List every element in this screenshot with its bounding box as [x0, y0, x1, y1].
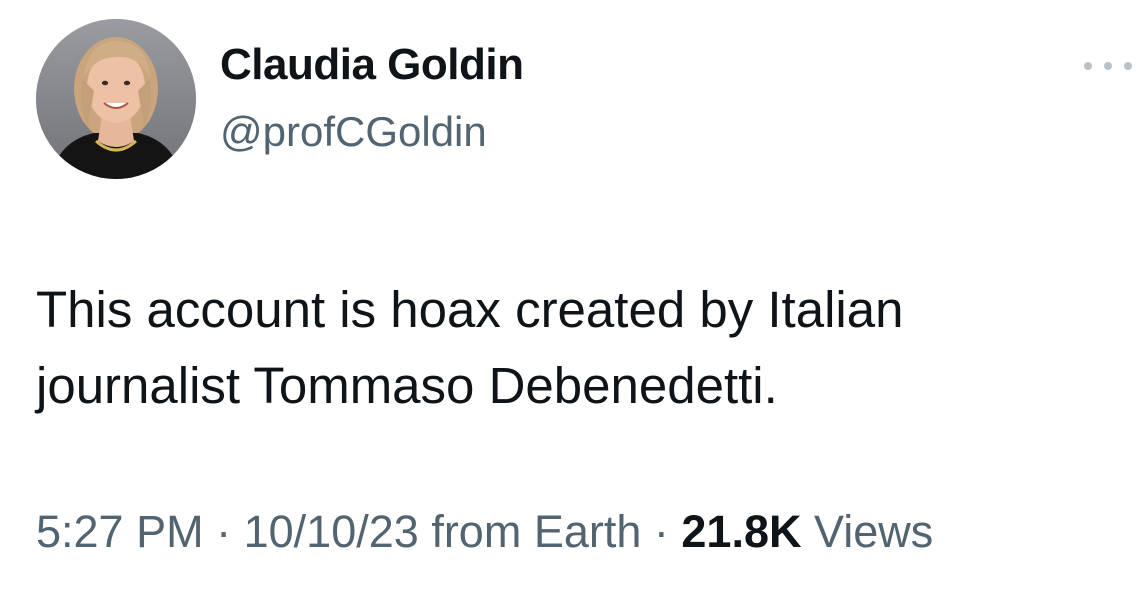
views-label[interactable]: Views: [814, 506, 933, 557]
more-horizontal-icon: [1104, 62, 1112, 70]
author-handle[interactable]: @profCGoldin: [220, 108, 487, 156]
more-horizontal-icon: [1084, 62, 1092, 70]
tweet-date[interactable]: 10/10/23: [244, 506, 419, 557]
views-count[interactable]: 21.8K: [681, 506, 801, 557]
meta-separator: ·: [216, 506, 232, 557]
author-display-name[interactable]: Claudia Goldin: [220, 40, 524, 90]
meta-separator: ·: [653, 506, 669, 557]
tweet-text: This account is hoax created by Italian …: [36, 281, 904, 414]
avatar[interactable]: [36, 19, 196, 179]
tweet-time[interactable]: 5:27 PM: [36, 506, 204, 557]
tweet-meta: 5:27 PM · 10/10/23 from Earth · 21.8K Vi…: [36, 506, 933, 558]
tweet-card: Claudia Goldin @profCGoldin This account…: [0, 0, 1144, 603]
more-options-button[interactable]: [1084, 54, 1132, 78]
avatar-image: [36, 19, 196, 179]
more-horizontal-icon: [1124, 62, 1132, 70]
tweet-source: from Earth: [431, 506, 642, 557]
